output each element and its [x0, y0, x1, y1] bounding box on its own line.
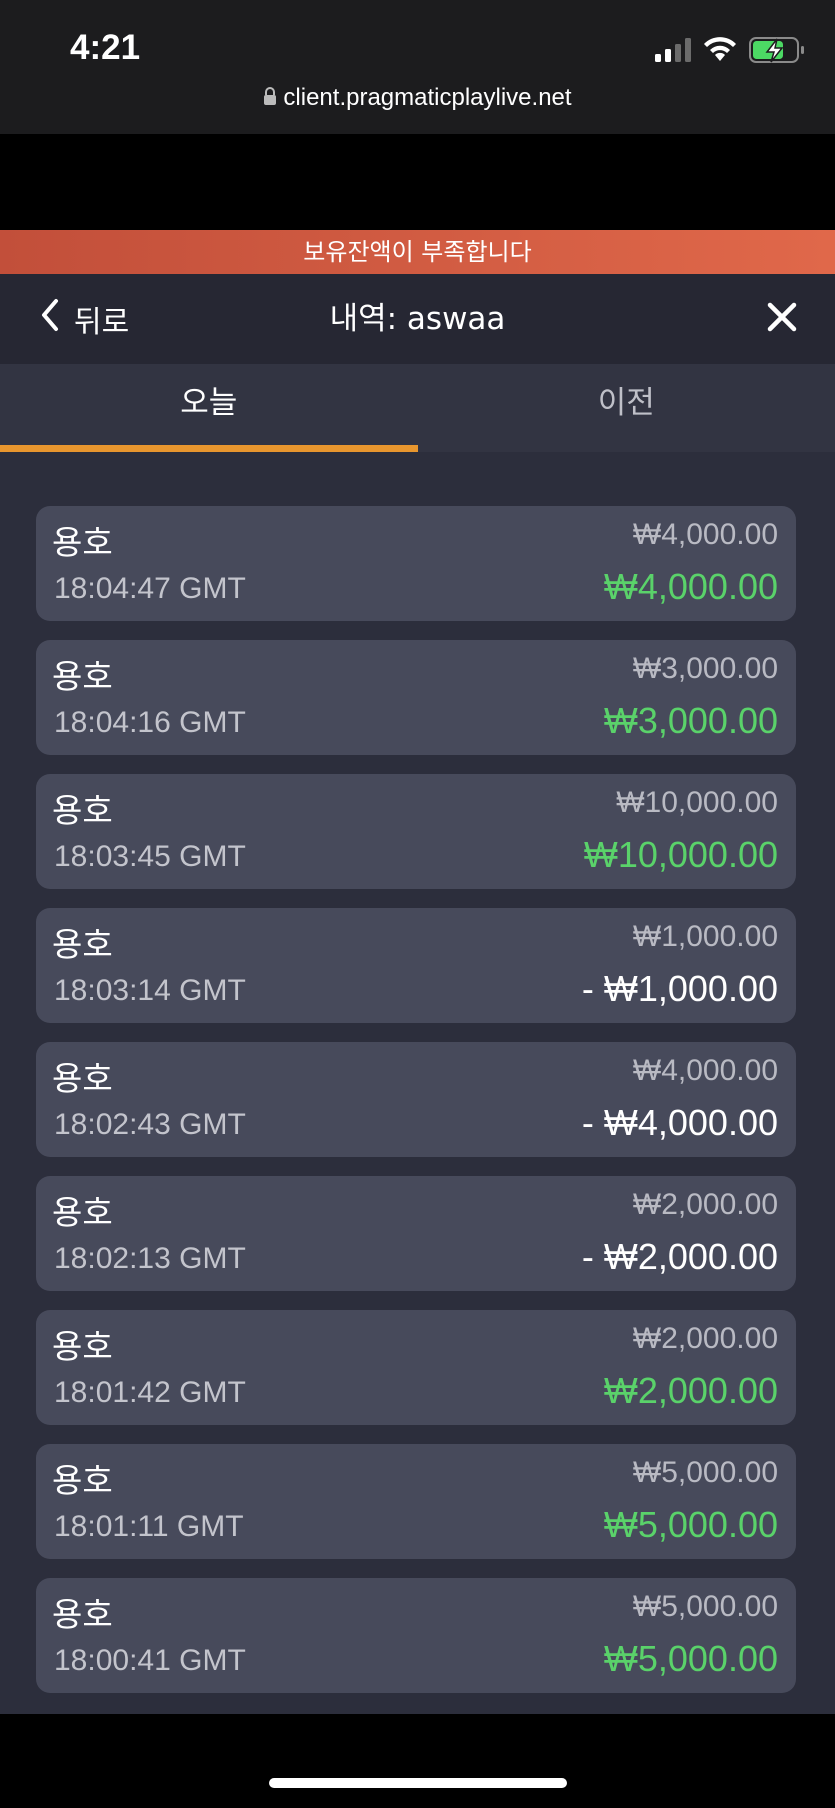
- round-time: 18:04:16 GMT: [54, 706, 246, 739]
- round-time: 18:01:11 GMT: [54, 1510, 244, 1543]
- back-button[interactable]: 뒤로: [40, 296, 129, 342]
- game-name: 용호: [52, 791, 113, 830]
- history-header: 내역: aswaa 뒤로: [0, 274, 835, 364]
- result-amount: - ₩4,000.00: [581, 1102, 778, 1143]
- game-name: 용호: [52, 1193, 113, 1232]
- round-time: 18:02:43 GMT: [54, 1108, 246, 1141]
- history-row[interactable]: 용호 18:00:41 GMT ₩5,000.00 ₩5,000.00: [36, 1578, 796, 1693]
- round-time: 18:00:41 GMT: [54, 1644, 246, 1677]
- result-amount: - ₩1,000.00: [581, 968, 778, 1009]
- bet-amount: ₩5,000.00: [632, 1456, 778, 1489]
- result-amount: ₩5,000.00: [603, 1638, 778, 1679]
- round-time: 18:02:13 GMT: [54, 1242, 246, 1275]
- bottom-bar: [0, 1714, 835, 1808]
- bet-amount: ₩2,000.00: [632, 1322, 778, 1355]
- result-amount: ₩4,000.00: [603, 566, 778, 607]
- close-button[interactable]: [759, 296, 805, 342]
- home-indicator[interactable]: [269, 1778, 567, 1788]
- game-name: 용호: [52, 1327, 113, 1366]
- bet-amount: ₩4,000.00: [632, 518, 778, 551]
- back-label: 뒤로: [74, 305, 130, 340]
- game-name: 용호: [52, 1461, 113, 1500]
- insufficient-balance-banner: 보유잔액이 부족합니다: [0, 230, 835, 274]
- tab-bar: 오늘 이전: [0, 364, 835, 452]
- history-row[interactable]: 용호 18:02:43 GMT ₩4,000.00 - ₩4,000.00: [36, 1042, 796, 1157]
- game-name: 용호: [52, 925, 113, 964]
- bet-amount: ₩10,000.00: [616, 786, 778, 819]
- game-name: 용호: [52, 657, 113, 696]
- close-icon: [767, 302, 797, 336]
- url-text: client.pragmaticplaylive.net: [283, 84, 572, 111]
- battery-charging-icon: [749, 36, 805, 68]
- round-time: 18:03:14 GMT: [54, 974, 246, 1007]
- tab-previous[interactable]: 이전: [418, 364, 835, 452]
- round-time: 18:03:45 GMT: [54, 840, 246, 873]
- status-bar: 4:21 client.pragmaticplaylive.net: [0, 0, 835, 134]
- round-time: 18:04:47 GMT: [54, 572, 246, 605]
- status-icons: [655, 36, 805, 68]
- history-row[interactable]: 용호 18:04:47 GMT ₩4,000.00 ₩4,000.00: [36, 506, 796, 621]
- history-row[interactable]: 용호 18:01:11 GMT ₩5,000.00 ₩5,000.00: [36, 1444, 796, 1559]
- tab-today[interactable]: 오늘: [0, 364, 418, 452]
- history-row[interactable]: 용호 18:01:42 GMT ₩2,000.00 ₩2,000.00: [36, 1310, 796, 1425]
- history-row[interactable]: 용호 18:02:13 GMT ₩2,000.00 - ₩2,000.00: [36, 1176, 796, 1291]
- status-time: 4:21: [70, 28, 141, 67]
- lock-icon: [263, 85, 277, 113]
- chevron-left-icon: [40, 298, 60, 340]
- game-name: 용호: [52, 1595, 113, 1634]
- video-area: [0, 134, 835, 230]
- bet-amount: ₩5,000.00: [632, 1590, 778, 1623]
- signal-icon: [655, 38, 691, 66]
- bet-amount: ₩4,000.00: [632, 1054, 778, 1087]
- result-amount: - ₩2,000.00: [581, 1236, 778, 1277]
- wifi-icon: [703, 37, 737, 67]
- round-time: 18:01:42 GMT: [54, 1376, 246, 1409]
- game-name: 용호: [52, 1059, 113, 1098]
- history-list-area[interactable]: 용호 18:04:47 GMT ₩4,000.00 ₩4,000.00 용호 1…: [0, 452, 835, 1714]
- history-list: 용호 18:04:47 GMT ₩4,000.00 ₩4,000.00 용호 1…: [36, 506, 796, 1712]
- result-amount: ₩5,000.00: [603, 1504, 778, 1545]
- history-row[interactable]: 용호 18:03:14 GMT ₩1,000.00 - ₩1,000.00: [36, 908, 796, 1023]
- bet-amount: ₩3,000.00: [632, 652, 778, 685]
- bet-amount: ₩1,000.00: [632, 920, 778, 953]
- game-name: 용호: [52, 523, 113, 562]
- bet-amount: ₩2,000.00: [632, 1188, 778, 1221]
- history-row[interactable]: 용호 18:04:16 GMT ₩3,000.00 ₩3,000.00: [36, 640, 796, 755]
- result-amount: ₩2,000.00: [603, 1370, 778, 1411]
- history-row[interactable]: 용호 18:03:45 GMT ₩10,000.00 ₩10,000.00: [36, 774, 796, 889]
- url-bar[interactable]: client.pragmaticplaylive.net: [0, 84, 835, 113]
- result-amount: ₩3,000.00: [603, 700, 778, 741]
- result-amount: ₩10,000.00: [583, 834, 778, 875]
